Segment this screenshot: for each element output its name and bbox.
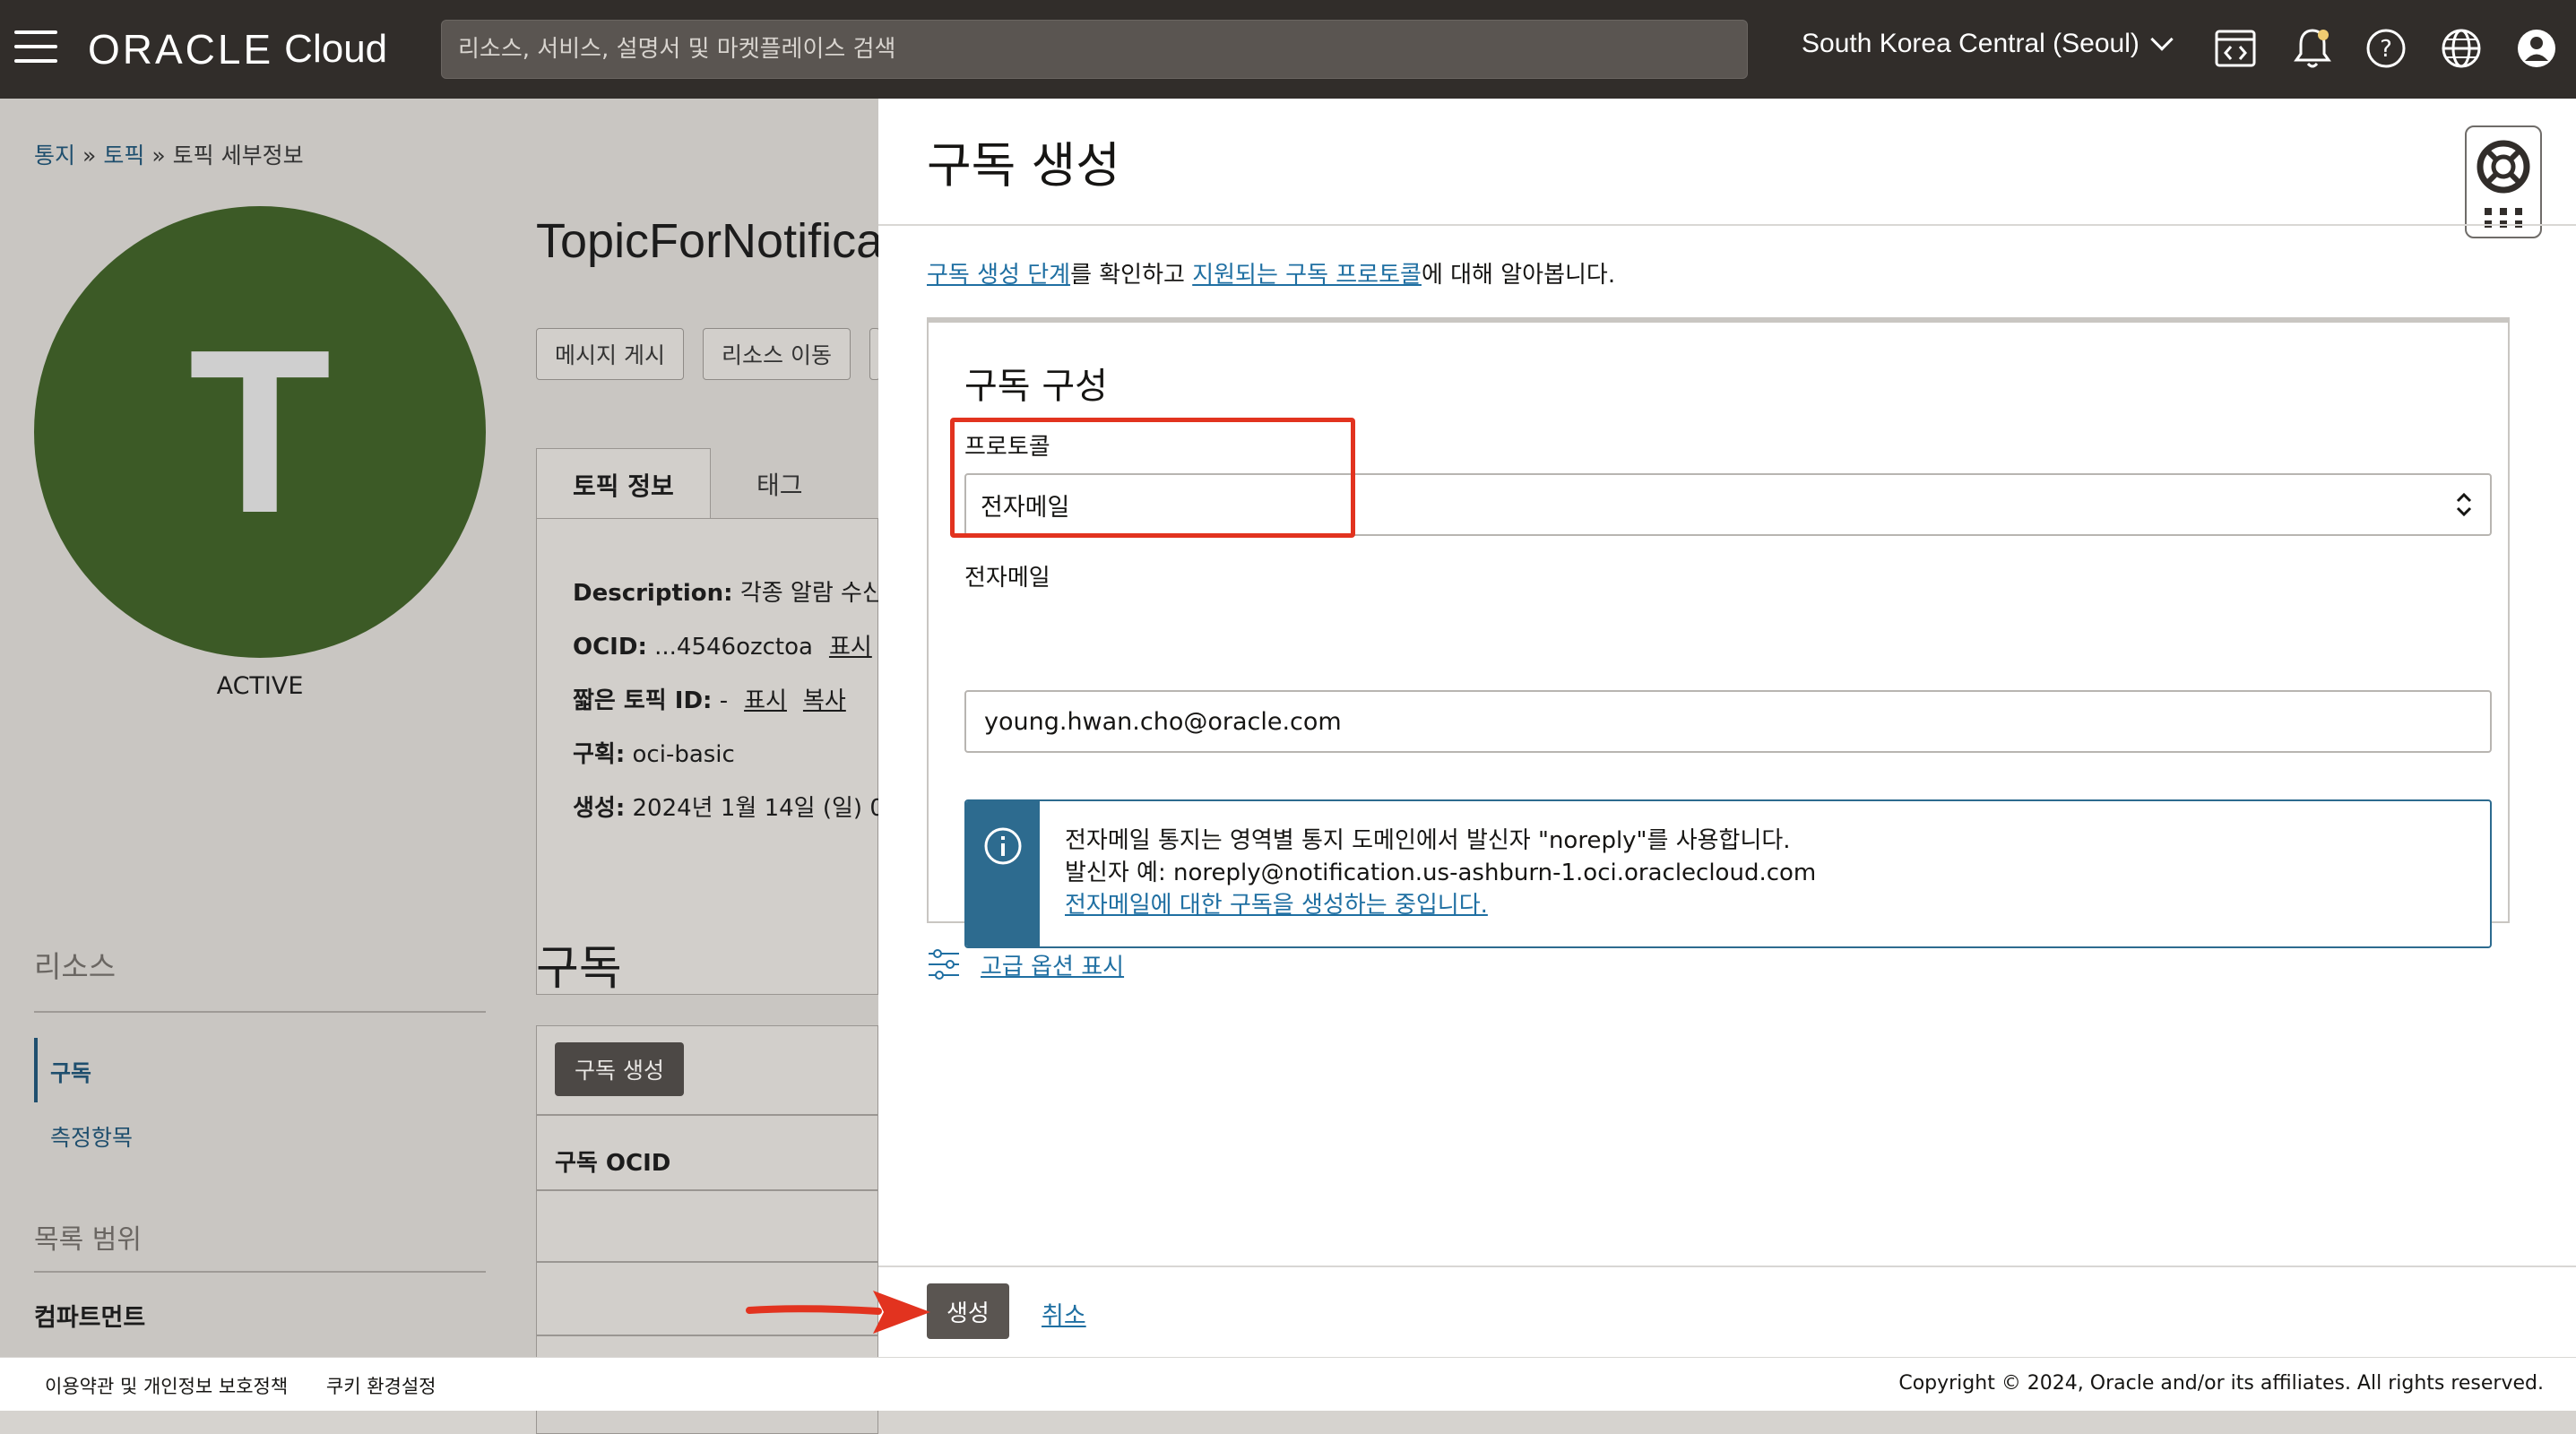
info-accent-bar — [966, 801, 1040, 946]
subscription-config-card: 구독 구성 프로토콜 전자메일 전자메일 전자메일 통지는 영역별 통지 도메인… — [927, 317, 2510, 948]
breadcrumb-separator: » — [151, 143, 166, 168]
top-navigation-bar: ORACLE Cloud South Korea Central (Seoul)… — [0, 0, 2576, 99]
help-icon[interactable]: ? — [2363, 25, 2409, 72]
info-line-1: 전자메일 통지는 영역별 통지 도메인에서 발신자 "noreply"를 사용합… — [1065, 827, 1791, 854]
short-id-copy-link[interactable]: 복사 — [803, 687, 846, 714]
card-title: 구독 구성 — [964, 366, 1108, 407]
publish-message-button[interactable]: 메시지 게시 — [536, 328, 684, 380]
sidebar-active-indicator — [34, 1038, 38, 1102]
info-short-topic-id: 짧은 토픽 ID: - 표시 복사 — [573, 687, 846, 714]
breadcrumb-topics[interactable]: 토픽 — [103, 143, 144, 168]
avatar-letter: T — [188, 301, 332, 562]
user-profile-icon[interactable] — [2513, 25, 2560, 72]
lifebuoy-icon — [2477, 140, 2530, 228]
email-field[interactable] — [964, 690, 2492, 753]
info-icon — [984, 827, 1022, 865]
short-id-show-link[interactable]: 표시 — [744, 687, 787, 714]
move-resource-button[interactable]: 리소스 이동 — [703, 328, 851, 380]
global-search-input[interactable] — [441, 20, 1748, 79]
region-selector[interactable]: South Korea Central (Seoul) — [1802, 28, 2174, 59]
create-subscription-drawer: 구독 생성 구독 생성 단계를 확인하고 지원되는 구독 프로토콜에 대해 알아… — [878, 99, 2576, 1357]
terms-privacy-link[interactable]: 이용약관 및 개인정보 보호정책 — [45, 1376, 288, 1397]
footer-links: 이용약관 및 개인정보 보호정책 쿠키 환경설정 — [45, 1372, 468, 1399]
create-button[interactable]: 생성 — [927, 1283, 1009, 1339]
info-created: 생성: 2024년 1월 14일 (일) 04 — [573, 795, 900, 822]
breadcrumb-notifications[interactable]: 통지 — [34, 143, 75, 168]
ocid-show-link[interactable]: 표시 — [829, 634, 872, 661]
cloud-shell-icon[interactable] — [2212, 25, 2259, 72]
supported-protocols-link[interactable]: 지원되는 구독 프로토콜 — [1192, 262, 1422, 289]
cancel-button[interactable]: 취소 — [1042, 1296, 1086, 1331]
region-label: South Korea Central (Seoul) — [1802, 29, 2139, 58]
divider — [537, 1189, 879, 1191]
info-ocid: OCID: ...4546ozctoa 표시 — [573, 634, 872, 661]
status-badge: ACTIVE — [216, 672, 304, 700]
topic-details-page: 통지»토픽»토픽 세부정보 T ACTIVE TopicForNotificat… — [0, 99, 905, 1434]
sidebar-item-subscriptions[interactable]: 구독 — [50, 1056, 91, 1088]
svg-text:?: ? — [2380, 36, 2392, 63]
divider — [34, 1011, 486, 1013]
select-arrows-icon — [2456, 492, 2472, 517]
divider — [878, 224, 2576, 226]
cookie-preferences-link[interactable]: 쿠키 환경설정 — [326, 1376, 437, 1397]
create-subscription-button-bg[interactable]: 구독 생성 — [555, 1042, 684, 1096]
page-title: TopicForNotification — [536, 214, 878, 268]
topic-info-panel: Description: 각종 알람 수신용 OCID: ...4546ozct… — [536, 518, 905, 995]
subscriptions-section-title: 구독 — [536, 942, 622, 996]
logo-cloud-text: Cloud — [284, 27, 388, 71]
info-line-2: 발신자 예: noreply@notification.us-ashburn-1… — [1065, 860, 1817, 886]
chevron-down-icon — [2150, 28, 2174, 51]
protocol-label: 프로토콜 — [964, 434, 1050, 461]
divider — [537, 1335, 879, 1336]
email-info-message: 전자메일 통지는 영역별 통지 도메인에서 발신자 "noreply"를 사용합… — [964, 799, 2492, 948]
table-header-subscription-ocid: 구독 OCID — [555, 1150, 671, 1177]
protocol-select[interactable]: 전자메일 — [964, 473, 2492, 536]
copyright-text: Copyright © 2024, Oracle and/or its affi… — [1898, 1372, 2544, 1395]
tab-topic-info[interactable]: 토픽 정보 — [536, 448, 711, 520]
info-description: Description: 각종 알람 수신용 — [573, 580, 905, 607]
drawer-title: 구독 생성 — [927, 137, 1120, 194]
help-widget[interactable] — [2465, 125, 2542, 238]
email-subscription-link[interactable]: 전자메일에 대한 구독을 생성하는 중입니다. — [1065, 892, 1488, 919]
list-scope-label: 목록 범위 — [34, 1224, 142, 1256]
breadcrumb-current: 토픽 세부정보 — [172, 143, 304, 168]
compartment-label: 컴파트먼트 — [34, 1304, 146, 1332]
sidebar-item-metrics[interactable]: 측정항목 — [50, 1120, 133, 1153]
oracle-cloud-logo[interactable]: ORACLE Cloud — [88, 25, 387, 73]
language-globe-icon[interactable] — [2438, 25, 2485, 72]
sliders-icon — [929, 949, 959, 980]
advanced-options: 고급 옵션 표시 — [927, 946, 1124, 982]
divider — [537, 1261, 879, 1263]
tab-tags[interactable]: 태그 — [721, 448, 839, 520]
info-text: 전자메일 통지는 영역별 통지 도메인에서 발신자 "noreply"를 사용합… — [1065, 825, 1816, 921]
protocol-selected-value: 전자메일 — [981, 493, 1070, 522]
subscription-steps-link[interactable]: 구독 생성 단계 — [927, 262, 1070, 289]
info-compartment: 구획: oci-basic — [573, 741, 735, 768]
email-label: 전자메일 — [964, 565, 1050, 592]
sidebar-resources-label: 리소스 — [34, 949, 117, 984]
notifications-bell-icon[interactable] — [2289, 25, 2336, 72]
topic-tabs: 토픽 정보 태그 — [536, 448, 878, 520]
show-advanced-options-link[interactable]: 고급 옵션 표시 — [981, 948, 1124, 981]
divider — [537, 1114, 879, 1116]
hamburger-menu-icon[interactable] — [14, 30, 57, 66]
divider — [34, 1271, 486, 1273]
intro-text: 구독 생성 단계를 확인하고 지원되는 구독 프로토콜에 대해 알아봅니다. — [927, 262, 1616, 289]
divider — [878, 1266, 2576, 1267]
logo-oracle-text: ORACLE — [88, 26, 274, 73]
page-footer: 이용약관 및 개인정보 보호정책 쿠키 환경설정 Copyright © 202… — [0, 1357, 2576, 1411]
topic-avatar: T — [34, 206, 486, 658]
breadcrumb: 통지» 토픽» 토픽 세부정보 — [34, 138, 304, 170]
breadcrumb-separator: » — [82, 143, 97, 168]
